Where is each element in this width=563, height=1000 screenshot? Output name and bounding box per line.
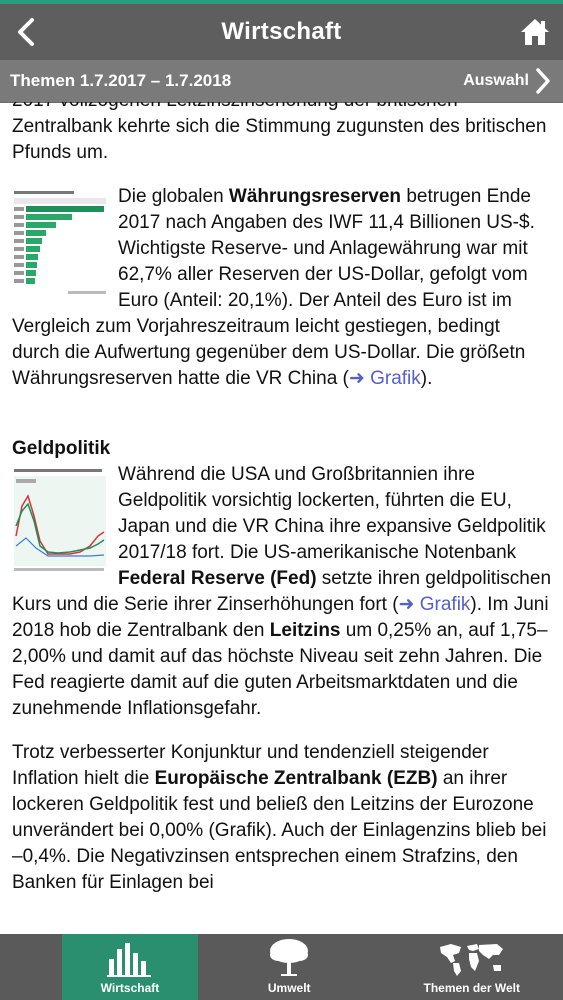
paragraph-pound: 2017 vollzogenen Leitzinszinsenonung der…: [12, 102, 547, 163]
tab-wirtschaft[interactable]: Wirtschaft: [62, 934, 198, 1000]
home-icon: [521, 19, 549, 45]
world-map-icon: [439, 944, 503, 976]
bar-chart-icon: [106, 943, 151, 977]
tab-label: Umwelt: [267, 981, 311, 995]
home-button[interactable]: [517, 14, 553, 50]
paragraph-ecb: Trotz verbesserter Konjunktur und tenden…: [12, 742, 547, 893]
grafik-link[interactable]: ➜ Grafik: [349, 368, 421, 389]
back-button[interactable]: [8, 14, 44, 50]
select-label: Auswahl: [463, 72, 529, 89]
chevron-left-icon: [18, 18, 34, 46]
page-title: Wirtschaft: [221, 18, 342, 45]
select-button[interactable]: Auswahl: [463, 68, 551, 94]
app-header: Wirtschaft: [0, 4, 563, 60]
grafik-link[interactable]: ➜ Grafik: [399, 594, 471, 615]
date-range: Themen 1.7.2017 – 1.7.2018: [10, 71, 232, 90]
section-heading: Geldpolitik: [12, 438, 111, 459]
topic-range-bar: Themen 1.7.2017 – 1.7.2018 Auswahl: [0, 60, 563, 103]
tree-icon: [270, 939, 309, 976]
tab-umwelt[interactable]: Umwelt: [198, 934, 381, 1000]
interest-rate-chart-thumbnail[interactable]: [12, 466, 108, 574]
reserves-chart-thumbnail[interactable]: [12, 188, 108, 298]
article-content[interactable]: 2017 vollzogenen Leitzinszinsenonung der…: [0, 102, 563, 934]
paragraph-monetary-policy: Während die USA und Großbritannien ihre …: [12, 464, 552, 719]
paragraph-reserves: Die globalen Währungsreserven betrugen E…: [12, 186, 535, 389]
tab-label: Themen der Welt: [423, 981, 520, 995]
chevron-right-icon: [536, 68, 550, 94]
tab-label: Wirtschaft: [100, 981, 160, 995]
tab-themen-der-welt[interactable]: Themen der Welt: [380, 934, 563, 1000]
tab-bar: Wirtschaft Umwelt Themen der Welt: [0, 934, 563, 1000]
